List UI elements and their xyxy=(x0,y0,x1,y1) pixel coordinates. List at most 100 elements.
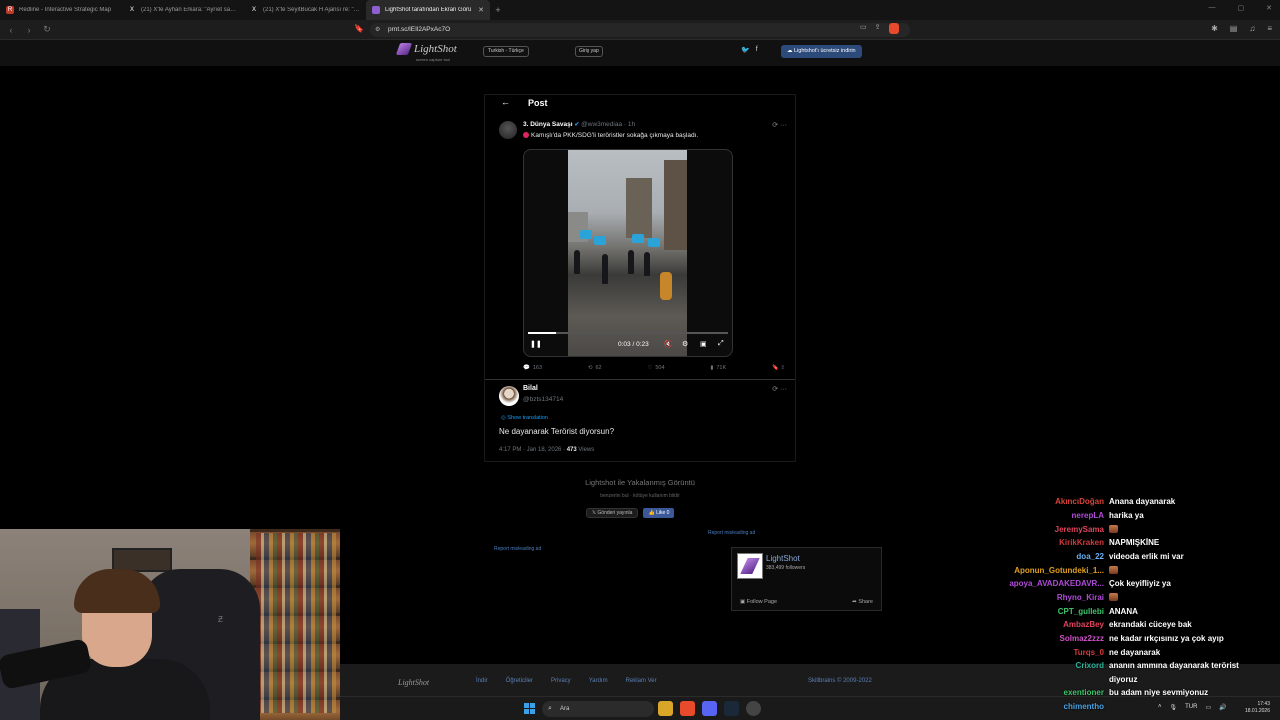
chat-emote-icon xyxy=(1109,565,1118,574)
social-links: 🐦 f xyxy=(741,46,758,54)
chat-message: exentioner bu adam niye sevmiyonuz xyxy=(990,688,1280,701)
building xyxy=(664,160,687,250)
extensions-icon[interactable]: ✱ xyxy=(1211,24,1218,33)
search-icon: ⌕ xyxy=(548,705,552,712)
chat-message: Turqs_0 ne dayanarak xyxy=(990,648,1280,661)
footer-link-help[interactable]: Yardım xyxy=(589,678,608,684)
tab-x-2[interactable]: X (21) X'te SeyitBucak H Ajansı re: "Sur… xyxy=(244,0,366,20)
follow-page-button[interactable]: ▣ Follow Page xyxy=(740,599,777,605)
chat-username[interactable]: apoya_AVADAKEDAVR... xyxy=(1009,579,1104,588)
fb-followers: 383,499 followers xyxy=(766,565,806,571)
chat-username[interactable]: doa_22 xyxy=(1076,552,1104,561)
lightshot-logo[interactable]: LightShot screen capture tool xyxy=(395,43,457,62)
new-tab-button[interactable]: + xyxy=(490,5,506,15)
taskbar-search[interactable]: ⌕ Ara xyxy=(542,701,654,717)
url-text: prnt.sc/lEIl2APxAc7O xyxy=(388,26,451,33)
reply-text: Ne dayanarak Terörist diyorsun? xyxy=(499,427,615,436)
file-explorer-icon[interactable] xyxy=(658,701,673,716)
footer-logo[interactable]: LightShot xyxy=(398,678,429,687)
author-name: 3. Dünya Savaşı xyxy=(523,121,573,128)
footer-link-advertise[interactable]: Reklam Ver xyxy=(626,678,657,684)
maximize-icon[interactable]: ▢ xyxy=(1238,4,1245,12)
chat-username[interactable]: KirikKraken xyxy=(1059,538,1104,547)
chat-username[interactable]: Rhyno_Kirai xyxy=(1057,593,1104,602)
share-row: 𝕏 Gönderi yayınla 👍 Like 0 xyxy=(586,508,675,518)
logo-tagline: screen capture tool xyxy=(416,57,451,62)
brave-icon[interactable] xyxy=(680,701,695,716)
footer-link-indir[interactable]: İndir xyxy=(476,678,488,684)
chat-username[interactable]: exentioner xyxy=(1064,688,1104,697)
fb-page-name[interactable]: LightShot xyxy=(766,554,800,563)
discord-icon[interactable] xyxy=(702,701,717,716)
chat-message: doa_22 videoda erlik mi var xyxy=(990,552,1280,565)
chat-username[interactable]: chimentho xyxy=(1064,702,1104,711)
steam-icon[interactable] xyxy=(724,701,739,716)
chat-username[interactable]: Crixord xyxy=(1076,661,1104,670)
flag xyxy=(594,236,606,245)
menu-icon[interactable]: ≡ xyxy=(1267,24,1272,33)
video-progress-bar xyxy=(528,332,728,334)
chat-message: nerepLA harika ya xyxy=(990,511,1280,524)
chat-username[interactable]: nerepLA xyxy=(1072,511,1104,520)
like-button[interactable]: 👍 Like 0 xyxy=(643,508,675,518)
download-label: Lightshot'ı ücretsiz indirin xyxy=(794,48,856,54)
chat-username[interactable]: JeremySama xyxy=(1055,525,1104,534)
chat-text: NAPMIŞKİNE xyxy=(1109,538,1160,548)
avatar xyxy=(499,386,519,406)
chat-message: AkıncıDoğan Anana dayanarak xyxy=(990,497,1280,510)
chat-message: JeremySama xyxy=(990,524,1280,538)
taskbar-apps xyxy=(658,701,761,716)
heart-icon: ♡ xyxy=(647,365,653,371)
reload-icon[interactable]: ↻ xyxy=(40,24,54,35)
site-info-icon[interactable]: ⚙ xyxy=(375,23,380,37)
footer-link-privacy[interactable]: Privacy xyxy=(551,678,571,684)
tab-x-1[interactable]: X (21) X'te Ayhan Erkara: "Ayrıet savaş xyxy=(122,0,244,20)
language-select[interactable]: Turkish - Türkçe xyxy=(483,46,529,57)
share-label: Share xyxy=(858,599,873,605)
back-arrow-icon: ← xyxy=(501,97,510,107)
share-button[interactable]: ➦ Share xyxy=(852,599,873,605)
cast-icon[interactable]: ▭ xyxy=(860,23,867,34)
video-time: 0:03 / 0:23 xyxy=(618,341,649,348)
share-icon[interactable]: ⇪ xyxy=(875,23,881,34)
forward-icon[interactable]: › xyxy=(22,25,36,35)
media-icon[interactable]: ♫ xyxy=(1249,24,1255,33)
chat-username[interactable]: AmbazBey xyxy=(1063,620,1104,629)
tab-redline[interactable]: R Redline - Interactive Strategic Map xyxy=(0,0,122,20)
minimize-icon[interactable]: — xyxy=(1209,4,1216,12)
tab-lightshot[interactable]: LightShot tarafından Ekran Görü ✕ xyxy=(366,0,490,20)
facebook-icon[interactable]: f xyxy=(756,46,758,54)
report-ad-link[interactable]: Report misleading ad xyxy=(494,546,541,552)
chat-text: ekrandaki cüceye bak xyxy=(1109,620,1192,630)
skillbrains-link[interactable]: Skillbrains xyxy=(808,678,835,684)
chat-text: Anana dayanarak xyxy=(1109,497,1176,506)
chat-username[interactable]: CPT_gullebi xyxy=(1058,607,1104,616)
person xyxy=(628,250,634,274)
pause-icon: ❚❚ xyxy=(530,341,542,348)
chat-username[interactable]: AkıncıDoğan xyxy=(1055,497,1104,506)
tab-title: Redline - Interactive Strategic Map xyxy=(19,7,112,13)
report-ad-link[interactable]: Report misleading ad xyxy=(708,530,755,536)
download-button[interactable]: ☁ Lightshot'ı ücretsiz indirin xyxy=(781,45,862,58)
sidebar-icon[interactable]: ▤ xyxy=(1230,24,1238,33)
close-tab-icon[interactable]: ✕ xyxy=(478,6,484,14)
chat-username[interactable]: Solmaz2zzz xyxy=(1060,634,1104,643)
chat-username[interactable]: Aponun_Gotundeki_1... xyxy=(1014,566,1104,575)
footer-link-tutorials[interactable]: Öğreticiler xyxy=(506,678,533,684)
chat-message: diyoruz xyxy=(990,675,1280,688)
back-icon[interactable]: ‹ xyxy=(4,25,18,35)
login-button[interactable]: Giriş yap xyxy=(575,46,603,57)
bookmark-icon[interactable]: 🔖 xyxy=(354,24,364,33)
brave-shields-icon[interactable] xyxy=(888,23,899,34)
url-field[interactable]: ⚙ prnt.sc/lEIl2APxAc7O xyxy=(370,23,910,37)
start-button-icon[interactable] xyxy=(524,703,535,714)
tab-favicon: R xyxy=(6,6,14,14)
flag xyxy=(648,238,660,247)
twitter-icon[interactable]: 🐦 xyxy=(741,46,750,54)
tweet-button[interactable]: 𝕏 Gönderi yayınla xyxy=(586,508,639,518)
video-frame xyxy=(568,150,687,356)
chat-username[interactable]: Turqs_0 xyxy=(1073,648,1104,657)
screenshot-caption: Lightshot ile Yakalanmış Görüntü xyxy=(585,478,695,487)
close-window-icon[interactable]: ✕ xyxy=(1266,4,1272,12)
obs-icon[interactable] xyxy=(746,701,761,716)
